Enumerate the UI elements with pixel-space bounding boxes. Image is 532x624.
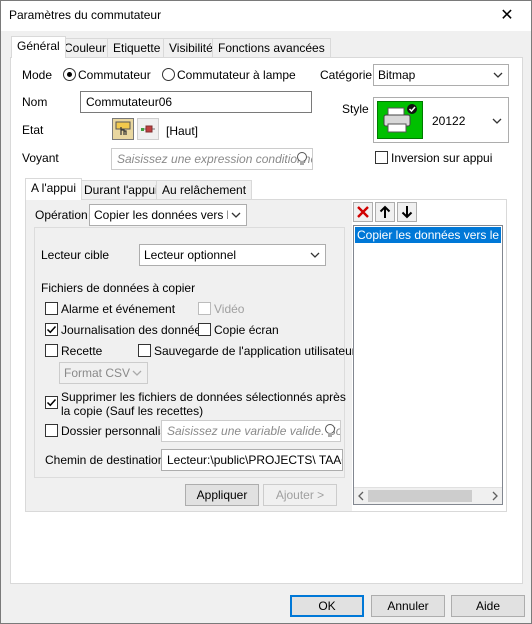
- printer-icon: [383, 104, 417, 133]
- move-down-button[interactable]: [397, 202, 417, 222]
- chevron-down-icon: [132, 370, 142, 376]
- tab-general[interactable]: Général: [11, 36, 66, 58]
- tab-durant-l-appui[interactable]: Durant l'appui: [78, 180, 164, 200]
- tab-a-l-appui[interactable]: A l'appui: [25, 178, 82, 200]
- fichiers-label: Fichiers de données à copier: [41, 281, 196, 295]
- mode-radio-commutateur-lampe[interactable]: [162, 68, 175, 81]
- horizontal-scrollbar[interactable]: [354, 487, 502, 504]
- action-config-area: Opération Copier les données vers le le …: [26, 200, 356, 511]
- supprimer-checkbox[interactable]: [45, 396, 58, 409]
- etat-toggle-button[interactable]: [137, 118, 159, 140]
- bulb-icon[interactable]: [322, 423, 338, 439]
- voyant-label: Voyant: [22, 151, 59, 165]
- mode-option-commutateur-lampe[interactable]: Commutateur à lampe: [177, 68, 296, 82]
- chemin-input[interactable]: Lecteur:\public\PROJECTS\ TAAONE: [161, 449, 343, 471]
- format-select[interactable]: Format CSV: [59, 362, 148, 384]
- move-up-button[interactable]: [375, 202, 395, 222]
- dialog-window: Paramètres du commutateur ✕ Général Coul…: [0, 0, 532, 624]
- copie-ecran-label[interactable]: Copie écran: [214, 323, 279, 337]
- journalisation-checkbox[interactable]: [45, 323, 58, 336]
- categorie-select[interactable]: Bitmap: [373, 64, 509, 86]
- toggle-switch-icon: [141, 125, 155, 133]
- appliquer-button[interactable]: Appliquer: [185, 484, 259, 506]
- chevron-down-icon: [492, 118, 502, 124]
- operation-groupbox: Lecteur cible Lecteur optionnel Fichiers…: [34, 227, 356, 478]
- lecteur-cible-value: Lecteur optionnel: [144, 248, 237, 262]
- annuler-button[interactable]: Annuler: [371, 595, 445, 617]
- general-tab-panel: Mode Commutateur Commutateur à lampe Cat…: [10, 57, 523, 584]
- mode-label: Mode: [22, 68, 53, 82]
- journalisation-label[interactable]: Journalisation des données: [61, 323, 207, 337]
- format-value: Format CSV: [64, 366, 131, 380]
- arrow-up-icon: [379, 205, 391, 218]
- ajouter-button[interactable]: Ajouter >: [263, 484, 337, 506]
- sauvegarde-label[interactable]: Sauvegarde de l'application utilisateur: [154, 344, 356, 358]
- dossier-checkbox[interactable]: [45, 424, 58, 437]
- tab-au-relachement[interactable]: Au relâchement: [156, 180, 253, 200]
- mode-option-commutateur[interactable]: Commutateur: [78, 68, 151, 82]
- operation-select[interactable]: Copier les données vers le le: [89, 204, 247, 226]
- video-label: Vidéo: [214, 302, 245, 316]
- title-bar[interactable]: Paramètres du commutateur ✕: [1, 1, 531, 31]
- operation-value: Copier les données vers le le: [94, 208, 228, 222]
- alarme-label[interactable]: Alarme et événement: [61, 302, 175, 316]
- scrollbar-thumb[interactable]: [368, 490, 472, 502]
- tab-etiquette[interactable]: Etiquette: [107, 38, 167, 58]
- operation-label: Opération: [35, 208, 88, 222]
- chevron-down-icon: [310, 252, 320, 258]
- scroll-right-icon[interactable]: [490, 491, 500, 501]
- recette-label[interactable]: Recette: [61, 344, 102, 358]
- delete-x-icon: [357, 206, 369, 218]
- list-item[interactable]: Copier les données vers le lect: [355, 227, 501, 243]
- lecteur-cible-select[interactable]: Lecteur optionnel: [139, 244, 326, 266]
- nom-input[interactable]: Commutateur06: [80, 91, 312, 113]
- voyant-input[interactable]: Saisissez une expression conditionne: [111, 148, 313, 170]
- tab-visibilite[interactable]: Visibilité: [163, 38, 219, 58]
- alarme-checkbox[interactable]: [45, 302, 58, 315]
- copie-ecran-checkbox[interactable]: [198, 323, 211, 336]
- dossier-label[interactable]: Dossier personnalisé: [61, 424, 173, 438]
- lecteur-cible-label: Lecteur cible: [41, 248, 110, 262]
- arrow-down-icon: [401, 206, 413, 219]
- categorie-label: Catégorie: [320, 68, 373, 82]
- window-title: Paramètres du commutateur: [9, 8, 162, 22]
- checkmark-icon: [46, 398, 57, 407]
- ok-button[interactable]: OK: [290, 595, 364, 617]
- style-picker[interactable]: 20122: [373, 97, 509, 143]
- recette-checkbox[interactable]: [45, 344, 58, 357]
- etat-value: [Haut]: [166, 124, 199, 138]
- categorie-value: Bitmap: [378, 68, 416, 82]
- supprimer-label-line1[interactable]: Supprimer les fichiers de données sélect…: [61, 390, 346, 404]
- action-panel: Opération Copier les données vers le le …: [25, 199, 507, 512]
- chevron-down-icon: [493, 72, 503, 78]
- dossier-input[interactable]: Saisissez une variable valide. So: [161, 420, 341, 442]
- scroll-left-icon[interactable]: [356, 491, 366, 501]
- bulb-icon[interactable]: [294, 151, 310, 167]
- style-preview: [377, 101, 423, 139]
- inversion-label[interactable]: Inversion sur appui: [391, 151, 492, 165]
- tab-fonctions-avancees[interactable]: Fonctions avancées: [212, 38, 331, 58]
- delete-button[interactable]: [353, 202, 373, 222]
- chemin-label: Chemin de destination:: [45, 453, 168, 467]
- chevron-down-icon: [231, 212, 241, 218]
- etat-label: Etat: [22, 123, 44, 137]
- video-checkbox[interactable]: [198, 302, 211, 315]
- sauvegarde-checkbox[interactable]: [138, 344, 151, 357]
- style-value: 20122: [432, 114, 466, 128]
- hand-pointer-icon: [115, 121, 131, 135]
- inversion-checkbox[interactable]: [375, 151, 388, 164]
- tab-couleur[interactable]: Couleur: [58, 38, 113, 58]
- nom-label: Nom: [22, 95, 48, 109]
- close-button[interactable]: ✕: [487, 3, 527, 29]
- action-list[interactable]: Copier les données vers le lect: [353, 225, 503, 505]
- supprimer-label-line2[interactable]: la copie (Sauf les recettes): [61, 404, 203, 418]
- checkmark-icon: [46, 325, 57, 334]
- style-label: Style: [342, 102, 369, 116]
- etat-state-button[interactable]: [112, 118, 134, 140]
- mode-radio-commutateur[interactable]: [63, 68, 76, 81]
- aide-button[interactable]: Aide: [451, 595, 525, 617]
